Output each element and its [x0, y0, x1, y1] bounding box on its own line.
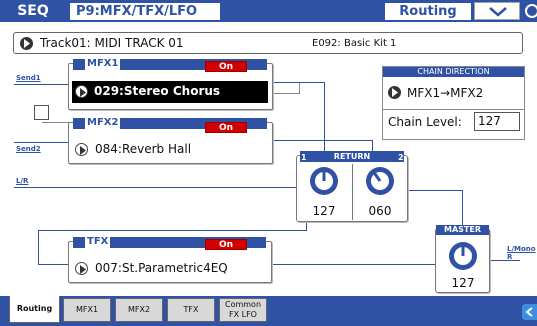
tab-label: MFX2: [127, 305, 151, 314]
play-arrow-icon: [388, 86, 401, 99]
divider: [383, 109, 524, 110]
tab-label: TFX: [183, 305, 199, 314]
lr-label: L/R: [16, 177, 29, 185]
mfx1-effect-select[interactable]: 029:Stereo Chorus: [72, 81, 268, 103]
return-1-knob[interactable]: [309, 166, 339, 196]
return-out-wire: [407, 190, 462, 191]
track-select[interactable]: Track01: MIDI TRACK 01 E092: Basic Kit 1: [13, 32, 523, 54]
mfx1-out-wire-v: [299, 82, 300, 94]
return-1-number: 1: [301, 153, 307, 162]
master-panel: MASTER 127: [435, 225, 490, 293]
mfx1-effect-name: 029:Stereo Chorus: [94, 84, 221, 98]
play-arrow-icon: [75, 262, 88, 275]
return-header: RETURN: [300, 151, 404, 162]
send2-wire: [14, 142, 70, 143]
return-out-wire-v: [462, 190, 463, 226]
tfx-feed-wire-v: [38, 230, 39, 264]
r-label: R: [507, 253, 513, 261]
tab-mfx2[interactable]: MFX2: [115, 298, 163, 322]
divider: [352, 164, 353, 220]
mfx2-on-button[interactable]: On: [205, 122, 247, 133]
return-2-value: 060: [368, 204, 392, 218]
tfx-effect-select[interactable]: 007:St.Parametric4EQ: [95, 260, 228, 276]
return-1-value: 127: [312, 204, 336, 218]
chain-link-wire: [42, 122, 70, 123]
tfx-out-wire: [270, 264, 435, 265]
master-out-wire: [490, 260, 520, 261]
chain-direction-panel: CHAIN DIRECTION MFX1→MFX2 Chain Level: 1…: [382, 66, 525, 140]
mfx1-return-wire: [272, 82, 324, 83]
tab-routing[interactable]: Routing: [9, 296, 60, 323]
track-name: Track01: MIDI TRACK 01: [40, 36, 184, 50]
scroll-left-icon[interactable]: [522, 304, 537, 320]
master-value: 127: [451, 276, 475, 290]
play-arrow-icon: [20, 37, 33, 50]
title-bar-spacer: [220, 3, 385, 20]
tfx-on-button[interactable]: On: [205, 239, 247, 250]
tfx-feed-wire: [38, 230, 307, 231]
tfx-box: TFX On 007:St.Parametric4EQ: [68, 236, 272, 283]
chain-direction-header: CHAIN DIRECTION: [383, 67, 524, 77]
lr-wire: [14, 187, 310, 188]
send2-label: Send2: [16, 145, 41, 153]
tab-label: MFX1: [75, 305, 99, 314]
chain-level-label: Chain Level:: [388, 115, 462, 129]
send1-label: Send1: [16, 74, 41, 82]
play-arrow-icon: [75, 143, 88, 156]
return-2-knob[interactable]: [365, 166, 395, 196]
mfx2-return-wire: [272, 140, 372, 141]
tab-label: Routing: [16, 304, 53, 313]
mfx1-out-wire: [272, 93, 300, 94]
mfx1-title: MFX1: [85, 58, 121, 70]
partial-round-icon[interactable]: [522, 3, 537, 19]
return-panel: RETURN 1 2 127 060: [296, 151, 408, 222]
page-subtitle: Routing: [385, 3, 471, 20]
chain-checkbox[interactable]: [34, 105, 49, 120]
mfx1-box: MFX1 On 029:Stereo Chorus: [68, 58, 273, 110]
tfx-title: TFX: [85, 236, 111, 248]
mfx2-title: MFX2: [85, 117, 121, 129]
chain-direction-select[interactable]: MFX1→MFX2: [407, 85, 483, 101]
page-title: P9:MFX/TFX/LFO: [70, 3, 220, 20]
chevron-down-icon: [489, 7, 507, 17]
mode-label: SEQ: [17, 3, 49, 19]
tab-label-line2: FX LFO: [229, 310, 257, 319]
tab-label-line1: Common: [224, 300, 262, 309]
send1-wire: [14, 84, 70, 85]
kit-name: E092: Basic Kit 1: [312, 38, 397, 49]
mfx2-box: MFX2 On 084:Reverb Hall: [68, 117, 273, 164]
mfx2-effect-select[interactable]: 084:Reverb Hall: [95, 141, 191, 157]
master-header: MASTER: [436, 225, 489, 235]
play-arrow-icon: [75, 85, 88, 98]
master-knob[interactable]: [448, 241, 478, 271]
tab-tfx[interactable]: TFX: [167, 298, 215, 322]
tab-mfx1[interactable]: MFX1: [63, 298, 111, 322]
page-menu-button[interactable]: [474, 2, 520, 20]
mfx1-return-wire-v: [324, 82, 325, 156]
tab-common-fx-lfo[interactable]: Common FX LFO: [219, 298, 267, 322]
tfx-in-wire: [38, 264, 69, 265]
chain-level-field[interactable]: 127: [474, 112, 520, 131]
mfx1-on-button[interactable]: On: [205, 61, 247, 72]
return-2-number: 2: [398, 153, 404, 162]
